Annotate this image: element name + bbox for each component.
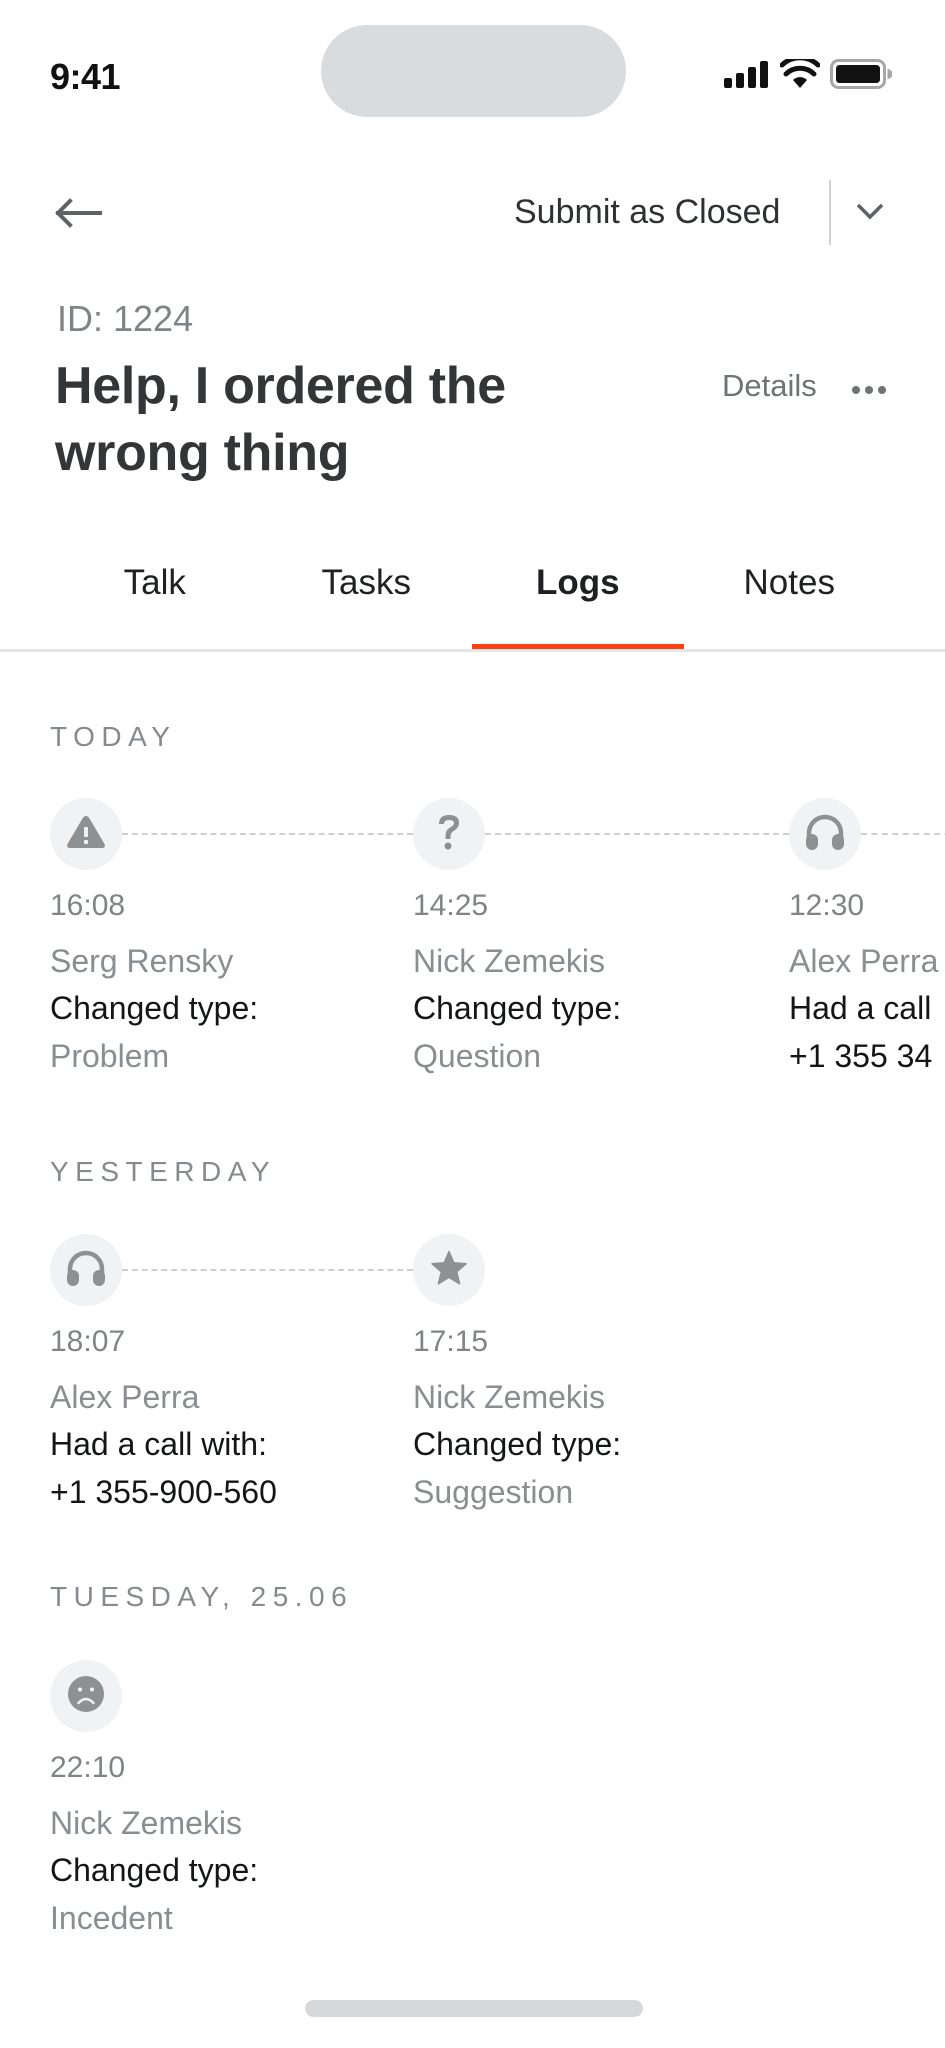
tab-logs[interactable]: Logs [472,555,684,651]
section-label-today: TODAY [50,721,177,752]
timeline-connector [122,1269,413,1271]
tab-tasks[interactable]: Tasks [261,555,473,651]
tabs-divider [0,649,945,652]
log-author: Nick Zemekis [413,1379,606,1415]
details-link[interactable]: Details [722,368,817,404]
warning-triangle-icon [66,814,106,855]
log-time: 18:07 [50,1325,126,1358]
log-author: Nick Zemekis [413,943,606,979]
log-time: 17:15 [413,1325,489,1358]
log-time: 14:25 [413,889,489,922]
log-icon-badge [413,798,485,870]
section-label-tuesday: TUESDAY, 25.06 [50,1581,354,1612]
log-icon-badge [789,798,861,870]
log-author: Alex Perra [789,943,939,979]
log-value: Incedent [50,1900,173,1936]
log-value: Suggestion [413,1474,574,1510]
log-value: Problem [50,1038,170,1074]
submit-as-closed-button[interactable]: Submit as Closed [500,180,794,244]
log-icon-badge [50,1660,122,1732]
timeline-connector [485,833,789,835]
ticket-id: ID: 1224 [57,298,194,339]
log-author: Alex Perra [50,1379,200,1415]
more-dot [878,386,886,394]
more-dot [865,386,873,394]
cellular-signal-icon [724,60,770,93]
status-time: 9:41 [50,56,121,97]
header-divider [829,180,831,245]
dynamic-island [321,25,626,117]
log-value: +1 355-900-560 [50,1474,277,1510]
submit-options-dropdown[interactable] [845,185,895,241]
timeline-connector [861,833,945,835]
timeline-connector [122,833,413,835]
log-action: Changed type: [50,990,259,1026]
timeline-today: 16:08 Serg Rensky Changed type: Problem … [0,798,945,1098]
more-dot [852,386,860,394]
log-author: Serg Rensky [50,943,234,979]
log-time: 12:30 [789,889,865,922]
home-indicator[interactable] [305,2000,643,2017]
log-action: Had a call [789,990,932,1026]
timeline-tuesday: 22:10 Nick Zemekis Changed type: Inceden… [0,1660,945,1960]
arrow-left-icon [54,197,102,233]
section-label-yesterday: YESTERDAY [50,1156,277,1187]
log-value: Question [413,1038,542,1074]
log-action: Changed type: [413,1426,622,1462]
question-mark-icon [435,812,463,857]
headphones-icon [804,813,846,856]
ticket-title: Help, I ordered the wrong thing [55,357,506,482]
status-icons [724,54,893,94]
wifi-icon [779,54,821,94]
tab-bar: Talk Tasks Logs Notes [49,555,895,651]
tab-talk[interactable]: Talk [49,555,261,651]
star-icon [430,1250,468,1291]
log-time: 22:10 [50,1751,126,1784]
log-icon-badge [413,1234,485,1306]
log-icon-badge [50,798,122,870]
log-action: Had a call with: [50,1426,267,1462]
log-time: 16:08 [50,889,126,922]
timeline-yesterday: 18:07 Alex Perra Had a call with: +1 355… [0,1234,945,1534]
tab-notes[interactable]: Notes [684,555,896,651]
chevron-down-icon [855,202,885,225]
log-value: +1 355 34 [789,1038,933,1074]
headphones-icon [65,1249,107,1292]
log-action: Changed type: [413,990,622,1026]
back-button[interactable] [48,190,108,240]
log-icon-badge [50,1234,122,1306]
log-action: Changed type: [50,1852,259,1888]
battery-icon [830,58,893,94]
log-author: Nick Zemekis [50,1805,243,1841]
sad-face-icon [67,1675,105,1718]
more-options-button[interactable] [846,370,892,410]
